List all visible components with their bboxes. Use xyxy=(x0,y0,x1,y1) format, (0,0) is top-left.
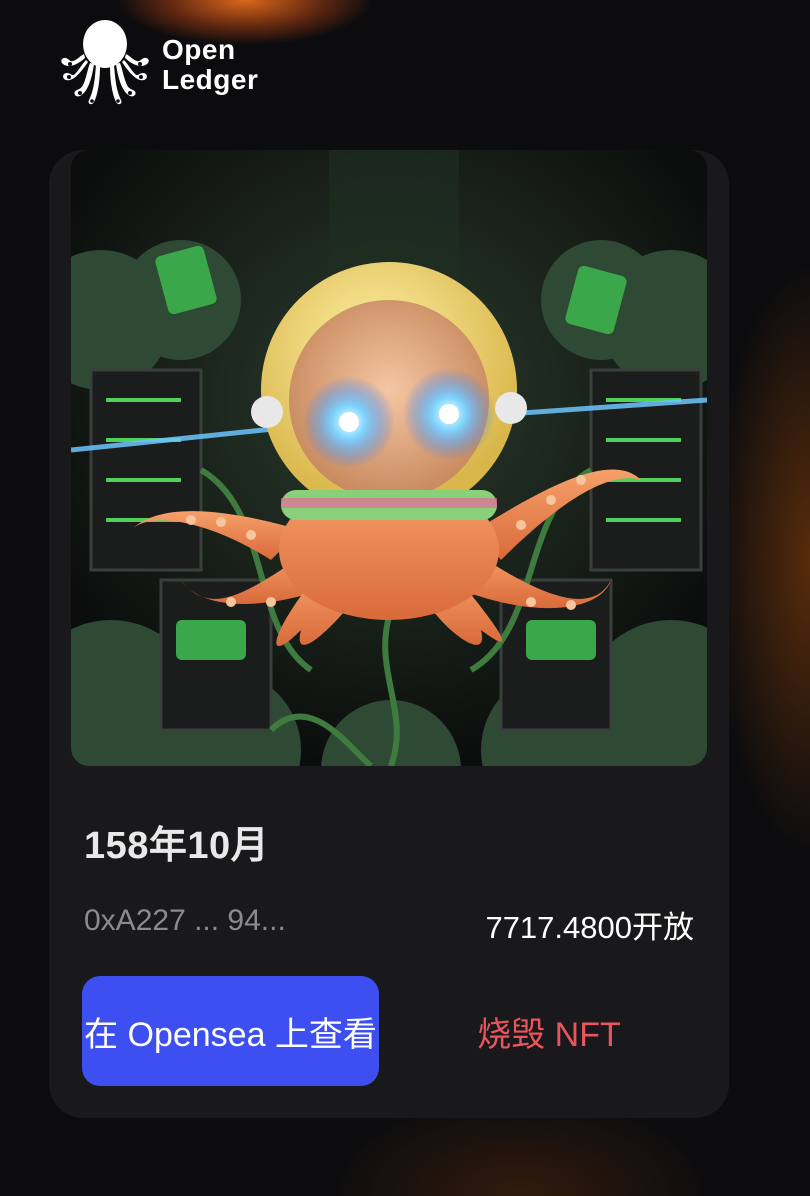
nft-amount: 7717.4800开放 xyxy=(485,910,694,945)
brand-logo[interactable]: Open Ledger xyxy=(58,16,258,113)
brand-name-line1: Open xyxy=(162,33,236,65)
view-on-opensea-button[interactable]: 在 Opensea 上查看 xyxy=(82,976,379,1086)
nft-title: 158年10月 xyxy=(84,825,270,867)
octopus-logo-icon xyxy=(58,16,152,113)
brand-name: Open Ledger xyxy=(162,33,259,95)
burn-nft-button[interactable]: 烧毁 NFT xyxy=(439,976,659,1086)
burn-nft-label: 烧毁 NFT xyxy=(477,1015,621,1054)
app-header: Open Ledger xyxy=(0,0,810,140)
brand-name-line2: Ledger xyxy=(162,63,259,95)
wallet-address[interactable]: 0xA227 ... 94... xyxy=(84,904,286,938)
nft-image xyxy=(71,150,707,766)
view-on-opensea-label: 在 Opensea 上查看 xyxy=(84,1015,377,1054)
octopus-astronaut-artwork xyxy=(71,150,707,766)
nft-card: 158年10月 0xA227 ... 94... 7717.4800开放 在 O… xyxy=(49,150,729,1118)
